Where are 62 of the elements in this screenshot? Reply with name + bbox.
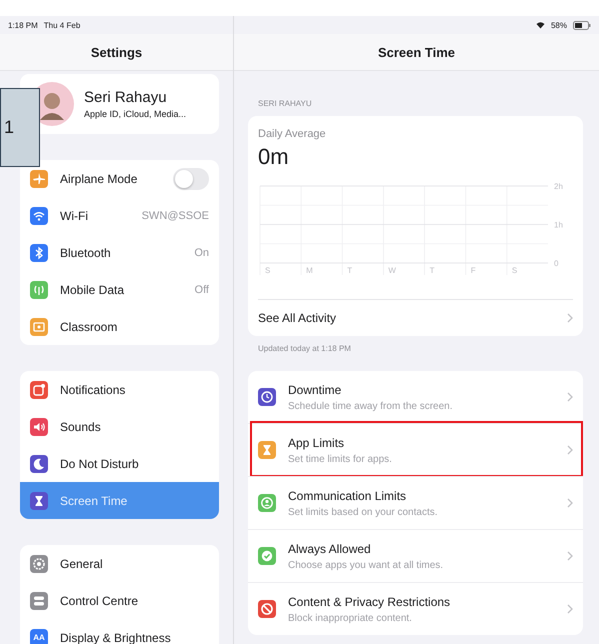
y-axis-label: 1h (554, 220, 563, 230)
daily-average-label: Daily Average (258, 128, 327, 140)
sidebar-item[interactable]: Bluetooth On (20, 234, 219, 271)
sidebar-item[interactable]: Classroom (20, 308, 219, 345)
option-subtitle: Choose apps you want at all times. (288, 560, 444, 570)
x-axis-label: S (265, 266, 270, 275)
x-axis-label: S (512, 266, 518, 275)
option-title: Always Allowed (288, 542, 372, 556)
toggle-switch[interactable] (173, 168, 209, 190)
y-axis-label: 2h (554, 182, 563, 191)
option-subtitle: Block inappropriate content. (288, 612, 413, 624)
x-axis-label: T (430, 266, 434, 275)
profile-subtitle: Apple ID, iCloud, Media... (84, 109, 186, 119)
battery-icon (573, 20, 591, 30)
daily-average-value: 0m (258, 144, 290, 170)
battery-percent: 58% (550, 20, 567, 30)
option-subtitle: Set time limits for apps. (288, 454, 393, 464)
sidebar-item[interactable]: Sounds (20, 408, 219, 445)
display-icon: AA (30, 628, 48, 644)
chevron-icon (567, 392, 573, 402)
sidebar-item[interactable]: General (20, 545, 219, 582)
page-title: Screen Time (234, 34, 599, 71)
option-title: App Limits (288, 436, 346, 450)
callout-tooltip: 1 (0, 88, 40, 167)
settings-option[interactable]: App Limits Set time limits for apps. (248, 423, 583, 476)
setting-value: On (194, 246, 209, 258)
wifi-icon (536, 21, 545, 29)
x-axis-label: W (388, 266, 396, 275)
setting-value: SWN@SSOE (142, 210, 209, 222)
profile-card[interactable]: Seri Rahayu Apple ID, iCloud, Media... (20, 74, 219, 134)
option-subtitle: Set limits based on your contacts. (288, 506, 439, 518)
chevron-icon (567, 551, 573, 561)
settings-option[interactable]: Downtime Schedule time away from the screen. (248, 371, 583, 423)
see-all-activity-link[interactable]: See All Activity (258, 299, 573, 336)
status-date: Thu 4 Feb (44, 20, 80, 30)
chevron-icon (567, 498, 573, 508)
sidebar-item[interactable]: AA Display & Brightness (20, 619, 219, 644)
option-title: Content & Privacy Restrictions (288, 594, 452, 608)
x-axis-label: T (347, 266, 352, 275)
option-title: Downtime (288, 382, 342, 396)
settings-option[interactable]: Content & Privacy Restrictions Block inappropriate content. (248, 582, 583, 635)
y-axis-label: 0 (554, 259, 558, 268)
settings-option[interactable]: Communication Limits Set limits based on your contacts. (248, 476, 583, 529)
profile-name: Seri Rahayu (84, 89, 168, 106)
setting-value: Off (194, 284, 209, 296)
updated-note: Updated today at 1:18 PM (258, 344, 352, 353)
status-time: 1:18 PM (8, 20, 38, 30)
x-axis-label: F (470, 266, 476, 275)
chevron-icon (567, 445, 573, 455)
x-axis-label: M (306, 266, 313, 275)
sidebar-title: Settings (0, 34, 233, 71)
option-title: Communication Limits (288, 488, 408, 502)
chevron-icon (567, 604, 573, 614)
section-header: SERI RAHAYU (258, 99, 313, 108)
settings-option[interactable]: Always Allowed Choose apps you want at all times. (248, 529, 583, 582)
option-subtitle: Schedule time away from the screen. (288, 400, 454, 412)
sidebar-item[interactable]: Control Centre (20, 582, 219, 619)
sidebar-item[interactable]: Mobile Data Off (20, 271, 219, 308)
sidebar-item[interactable]: Notifications (20, 371, 219, 408)
chevron-icon (567, 313, 573, 323)
sidebar-item[interactable]: Do Not Disturb (20, 445, 219, 482)
sidebar-item[interactable]: Wi-Fi SWN@SSOE (20, 197, 219, 234)
